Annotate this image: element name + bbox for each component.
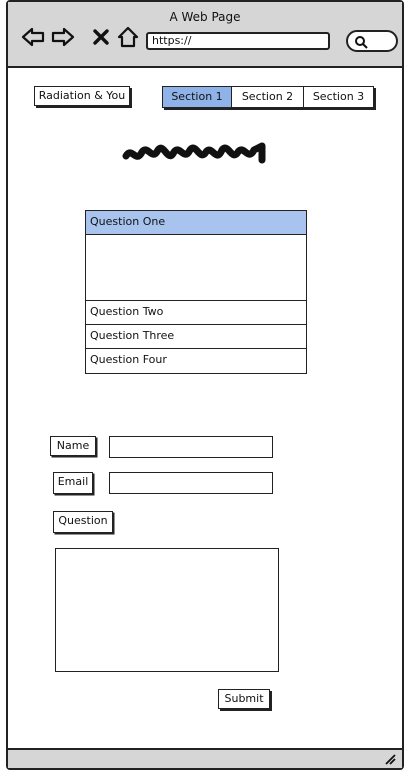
forward-arrow-icon[interactable] [50, 26, 76, 48]
accordion-item-question-four[interactable]: Question Four [86, 349, 306, 373]
question-label: Question [53, 511, 113, 533]
email-field[interactable] [109, 472, 273, 494]
browser-toolbar: A Web Page https:// [8, 2, 402, 68]
url-bar[interactable]: https:// [146, 32, 330, 50]
name-label: Name [50, 436, 96, 456]
tab-section-1[interactable]: Section 1 [162, 86, 232, 108]
search-icon [355, 36, 368, 49]
site-home-button[interactable]: Radiation & You [34, 86, 130, 106]
browser-status-bar [8, 748, 402, 768]
heading-scribble [122, 142, 266, 164]
accordion-item-question-one[interactable]: Question One [86, 211, 306, 235]
tab-section-2[interactable]: Section 2 [232, 86, 304, 108]
browser-search-box[interactable] [346, 30, 398, 52]
accordion-panel-question-one [86, 235, 306, 301]
page-title: A Web Page [169, 10, 241, 24]
resize-grip-icon[interactable] [384, 753, 396, 765]
browser-window: A Web Page https:// Radiation & You Sect… [6, 0, 404, 770]
accordion-item-question-two[interactable]: Question Two [86, 301, 306, 325]
question-textarea[interactable] [55, 548, 279, 672]
tab-section-3[interactable]: Section 3 [304, 86, 374, 108]
close-icon[interactable] [92, 26, 110, 48]
name-field[interactable] [109, 436, 273, 458]
home-icon[interactable] [116, 26, 140, 48]
back-arrow-icon[interactable] [20, 26, 46, 48]
accordion-item-question-three[interactable]: Question Three [86, 325, 306, 349]
faq-accordion: Question One Question Two Question Three… [85, 210, 307, 374]
email-label: Email [53, 472, 93, 494]
submit-button[interactable]: Submit [218, 689, 270, 709]
section-tabs: Section 1 Section 2 Section 3 [162, 86, 374, 108]
